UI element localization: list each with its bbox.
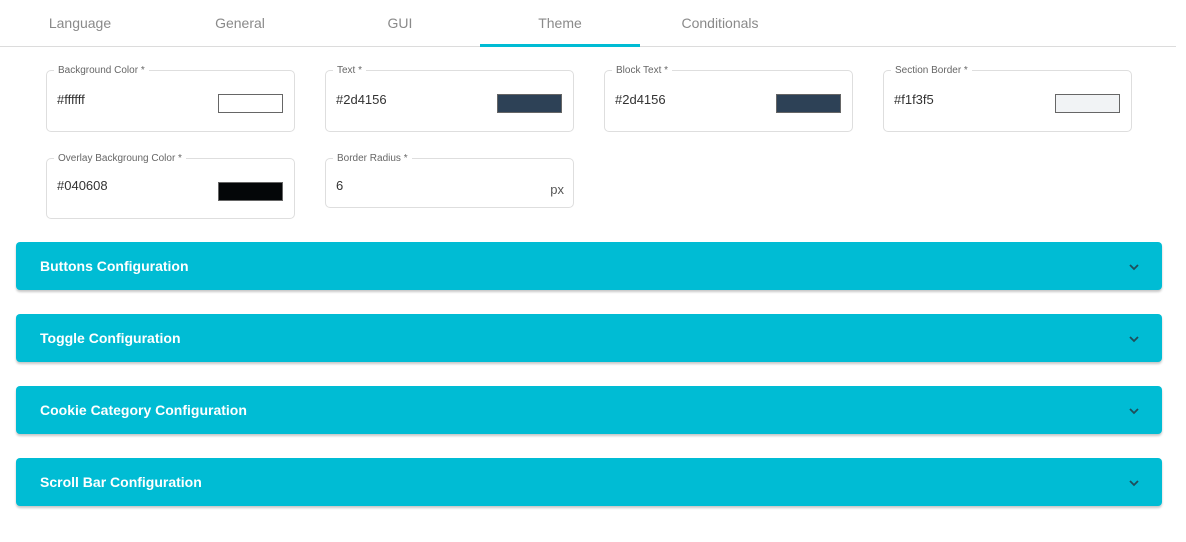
panel-title: Buttons Configuration <box>40 258 189 274</box>
background-color-input[interactable]: #ffffff <box>57 92 85 107</box>
panel-title: Toggle Configuration <box>40 330 181 346</box>
section-border-color-label: Section Border * <box>891 65 972 77</box>
section-border-color-input[interactable]: #f1f3f5 <box>894 92 934 107</box>
toggle-configuration-panel[interactable]: Toggle Configuration <box>16 314 1162 362</box>
border-radius-label: Border Radius * <box>333 153 412 165</box>
text-color-input[interactable]: #2d4156 <box>336 92 387 107</box>
chevron-down-icon[interactable] <box>1128 477 1140 489</box>
scroll-bar-configuration-panel[interactable]: Scroll Bar Configuration <box>16 458 1162 506</box>
text-color-swatch[interactable] <box>497 94 562 113</box>
background-color-swatch[interactable] <box>218 94 283 113</box>
tab-language[interactable]: Language <box>0 0 160 46</box>
cookie-category-configuration-panel[interactable]: Cookie Category Configuration <box>16 386 1162 434</box>
background-color-field[interactable]: Background Color * #ffffff <box>46 65 295 132</box>
panel-title: Cookie Category Configuration <box>40 402 247 418</box>
block-text-color-label: Block Text * <box>612 65 673 77</box>
border-radius-unit: px <box>550 182 564 197</box>
tab-conditionals[interactable]: Conditionals <box>640 0 800 46</box>
chevron-down-icon[interactable] <box>1128 405 1140 417</box>
tab-theme[interactable]: Theme <box>480 0 640 47</box>
chevron-down-icon[interactable] <box>1128 333 1140 345</box>
block-text-color-swatch[interactable] <box>776 94 841 113</box>
overlay-background-color-label: Overlay Backgroung Color * <box>54 153 186 165</box>
overlay-background-color-field[interactable]: Overlay Backgroung Color * #040608 <box>46 153 295 219</box>
overlay-background-color-swatch[interactable] <box>218 182 283 201</box>
tab-gui[interactable]: GUI <box>320 0 480 46</box>
block-text-color-field[interactable]: Block Text * #2d4156 <box>604 65 853 132</box>
chevron-down-icon[interactable] <box>1128 261 1140 273</box>
overlay-background-color-input[interactable]: #040608 <box>57 178 108 193</box>
section-border-color-swatch[interactable] <box>1055 94 1120 113</box>
text-color-field[interactable]: Text * #2d4156 <box>325 65 574 132</box>
settings-tabs: Language General GUI Theme Conditionals <box>0 0 1176 47</box>
buttons-configuration-panel[interactable]: Buttons Configuration <box>16 242 1162 290</box>
text-color-label: Text * <box>333 65 367 77</box>
border-radius-field[interactable]: Border Radius * 6 px <box>325 153 574 208</box>
block-text-color-input[interactable]: #2d4156 <box>615 92 666 107</box>
tab-general[interactable]: General <box>160 0 320 46</box>
background-color-label: Background Color * <box>54 65 149 77</box>
border-radius-input[interactable]: 6 <box>336 178 343 193</box>
section-border-color-field[interactable]: Section Border * #f1f3f5 <box>883 65 1132 132</box>
panel-title: Scroll Bar Configuration <box>40 474 202 490</box>
